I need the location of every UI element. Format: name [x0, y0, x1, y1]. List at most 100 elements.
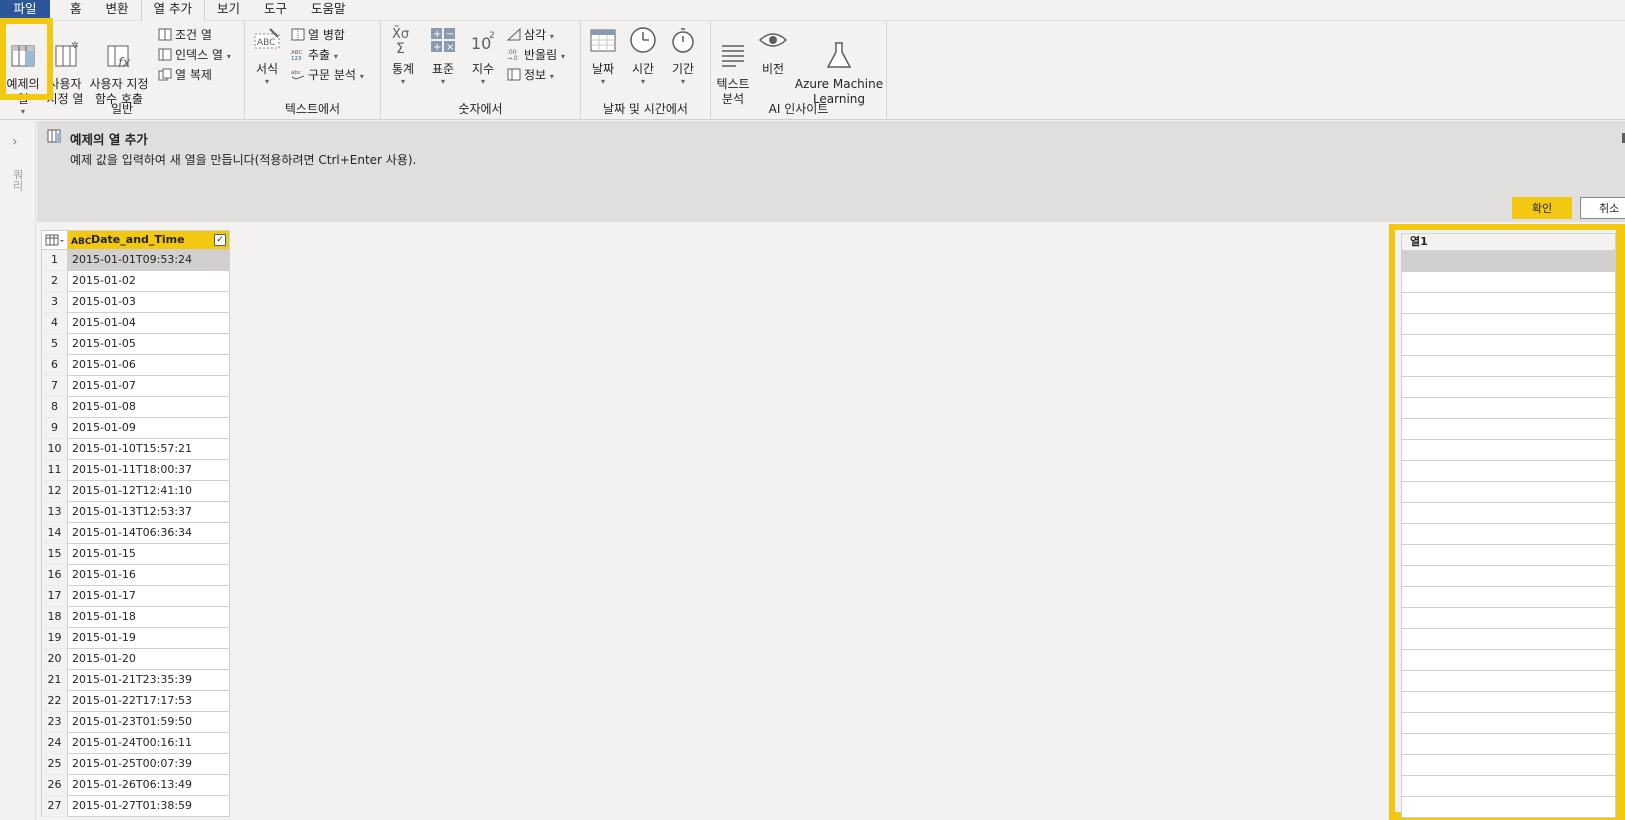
example-input-cell[interactable]	[1401, 503, 1616, 524]
format-button[interactable]: ABC 서식 ▾	[249, 25, 285, 86]
table-cell[interactable]: 2015-01-22T17:17:53	[68, 691, 230, 712]
vision-button[interactable]: 비전	[755, 25, 791, 77]
tab-add-column[interactable]: 열 추가	[140, 0, 206, 22]
cancel-button[interactable]: 취소	[1580, 197, 1625, 219]
example-input-cell[interactable]	[1401, 482, 1616, 503]
date-button[interactable]: 날짜 ▾	[585, 25, 621, 86]
table-cell[interactable]: 2015-01-15	[68, 544, 230, 565]
table-row[interactable]: 15 2015-01-15	[41, 544, 230, 565]
table-cell[interactable]: 2015-01-05	[68, 334, 230, 355]
table-row[interactable]: 1 2015-01-01T09:53:24	[41, 250, 230, 271]
text-type-icon[interactable]: ABC	[71, 233, 91, 251]
example-input-cell[interactable]	[1401, 251, 1616, 272]
column-header-date-and-time[interactable]: ABC Date_and_Time ✓	[68, 230, 230, 250]
example-input-cell[interactable]	[1401, 398, 1616, 419]
example-input-cell[interactable]	[1401, 755, 1616, 776]
table-cell[interactable]: 2015-01-11T18:00:37	[68, 460, 230, 481]
information-button[interactable]: 정보 ▾	[507, 66, 554, 84]
table-cell[interactable]: 2015-01-10T15:57:21	[68, 439, 230, 460]
example-input-cell[interactable]	[1401, 608, 1616, 629]
chevron-right-icon[interactable]: ›	[12, 134, 18, 150]
table-cell[interactable]: 2015-01-08	[68, 397, 230, 418]
table-row[interactable]: 19 2015-01-19	[41, 628, 230, 649]
table-cell[interactable]: 2015-01-01T09:53:24	[68, 250, 230, 271]
table-row[interactable]: 23 2015-01-23T01:59:50	[41, 712, 230, 733]
table-row[interactable]: 8 2015-01-08	[41, 397, 230, 418]
example-input-cell[interactable]	[1401, 335, 1616, 356]
table-row[interactable]: 9 2015-01-09	[41, 418, 230, 439]
table-row[interactable]: 7 2015-01-07	[41, 376, 230, 397]
example-input-cell[interactable]	[1401, 524, 1616, 545]
table-cell[interactable]: 2015-01-17	[68, 586, 230, 607]
table-cell[interactable]: 2015-01-20	[68, 649, 230, 670]
example-input-cell[interactable]	[1401, 629, 1616, 650]
table-cell[interactable]: 2015-01-12T12:41:10	[68, 481, 230, 502]
example-input-cell[interactable]	[1401, 692, 1616, 713]
text-analytics-button[interactable]: 텍스트 분석	[713, 25, 753, 107]
table-row[interactable]: 26 2015-01-26T06:13:49	[41, 775, 230, 796]
table-cell[interactable]: 2015-01-26T06:13:49	[68, 775, 230, 796]
table-cell[interactable]: 2015-01-09	[68, 418, 230, 439]
table-cell[interactable]: 2015-01-04	[68, 313, 230, 334]
index-column-button[interactable]: 인덱스 열 ▾	[158, 46, 231, 64]
statistics-button[interactable]: X̄σ Σ 통계 ▾	[385, 25, 421, 86]
table-cell[interactable]: 2015-01-21T23:35:39	[68, 670, 230, 691]
table-cell[interactable]: 2015-01-14T06:36:34	[68, 523, 230, 544]
table-row[interactable]: 13 2015-01-13T12:53:37	[41, 502, 230, 523]
table-row[interactable]: 21 2015-01-21T23:35:39	[41, 670, 230, 691]
table-row[interactable]: 12 2015-01-12T12:41:10	[41, 481, 230, 502]
table-cell[interactable]: 2015-01-06	[68, 355, 230, 376]
duplicate-column-button[interactable]: 열 복제	[158, 66, 212, 84]
example-input-cell[interactable]	[1401, 272, 1616, 293]
example-input-cell[interactable]	[1401, 356, 1616, 377]
standard-button[interactable]: + − + × 표준 ▾	[425, 25, 461, 86]
table-cell[interactable]: 2015-01-02	[68, 271, 230, 292]
table-cell[interactable]: 2015-01-25T00:07:39	[68, 754, 230, 775]
invoke-custom-function-button[interactable]: fx 사용자 지정 함수 호출	[86, 25, 152, 107]
table-cell[interactable]: 2015-01-03	[68, 292, 230, 313]
tab-transform[interactable]: 변환	[94, 0, 141, 21]
table-row[interactable]: 17 2015-01-17	[41, 586, 230, 607]
table-row[interactable]: 3 2015-01-03	[41, 292, 230, 313]
example-input-cell[interactable]	[1401, 797, 1616, 818]
table-cell[interactable]: 2015-01-24T00:16:11	[68, 733, 230, 754]
example-input-cell[interactable]	[1401, 671, 1616, 692]
example-input-cell[interactable]	[1401, 566, 1616, 587]
scientific-button[interactable]: 10 2 지수 ▾	[465, 25, 501, 86]
table-row[interactable]: 2 2015-01-02	[41, 271, 230, 292]
example-input-cell[interactable]	[1401, 440, 1616, 461]
tab-home[interactable]: 홈	[58, 0, 94, 21]
rounding-button[interactable]: .00 →.0 반올림 ▾	[507, 46, 565, 64]
table-cell[interactable]: 2015-01-07	[68, 376, 230, 397]
example-input-cell[interactable]	[1401, 734, 1616, 755]
table-row[interactable]: 14 2015-01-14T06:36:34	[41, 523, 230, 544]
example-input-cell[interactable]	[1401, 419, 1616, 440]
table-row[interactable]: 20 2015-01-20	[41, 649, 230, 670]
table-row[interactable]: 27 2015-01-27T01:38:59	[41, 796, 230, 817]
example-input-cell[interactable]	[1401, 776, 1616, 797]
table-cell[interactable]: 2015-01-27T01:38:59	[68, 796, 230, 817]
conditional-column-button[interactable]: 조건 열	[158, 26, 212, 44]
table-row[interactable]: 18 2015-01-18	[41, 607, 230, 628]
table-cell[interactable]: 2015-01-18	[68, 607, 230, 628]
time-button[interactable]: 시간 ▾	[625, 25, 661, 86]
table-row[interactable]: 5 2015-01-05	[41, 334, 230, 355]
table-row[interactable]: 10 2015-01-10T15:57:21	[41, 439, 230, 460]
table-cell[interactable]: 2015-01-19	[68, 628, 230, 649]
table-row[interactable]: 22 2015-01-22T17:17:53	[41, 691, 230, 712]
table-cell[interactable]: 2015-01-16	[68, 565, 230, 586]
example-input-cell[interactable]	[1401, 650, 1616, 671]
extract-button[interactable]: ABC 123 추출 ▾	[291, 46, 338, 64]
example-input-cell[interactable]	[1401, 314, 1616, 335]
table-row[interactable]: 6 2015-01-06	[41, 355, 230, 376]
column-checkbox[interactable]: ✓	[214, 234, 226, 246]
tab-view[interactable]: 보기	[205, 0, 252, 21]
trigonometry-button[interactable]: 삼각 ▾	[507, 26, 554, 44]
example-input-cell[interactable]	[1401, 587, 1616, 608]
table-menu-icon[interactable]	[41, 230, 68, 250]
example-input-cell[interactable]	[1401, 713, 1616, 734]
table-cell[interactable]: 2015-01-23T01:59:50	[68, 712, 230, 733]
example-column-header[interactable]: 열1	[1401, 233, 1616, 251]
parse-button[interactable]: abc 구문 분석 ▾	[291, 66, 364, 84]
example-input-cell[interactable]	[1401, 293, 1616, 314]
